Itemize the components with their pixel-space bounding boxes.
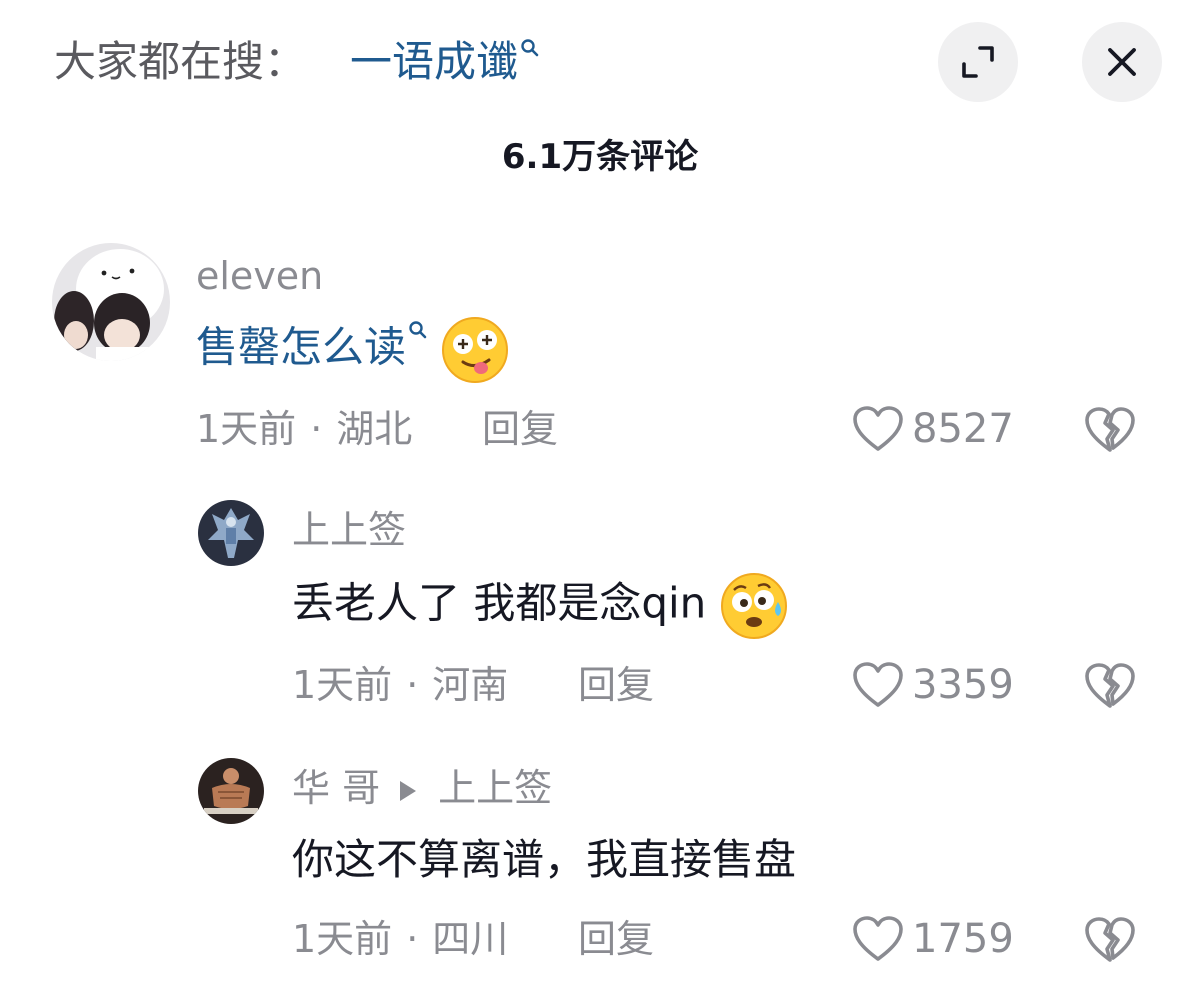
comment-text: 丢老人了 我都是念qin — [292, 572, 788, 640]
comment-location: 河南 — [432, 663, 509, 707]
avatar-image — [198, 758, 264, 824]
dislike-button[interactable] — [1084, 916, 1136, 968]
username[interactable]: 华 哥 — [292, 766, 380, 810]
dislike-button[interactable] — [1084, 662, 1136, 714]
like-button[interactable]: 8527 — [852, 404, 1014, 454]
reply-arrow-icon — [400, 780, 417, 801]
heart-icon — [853, 406, 903, 451]
comment-time: 1天前 — [292, 663, 393, 707]
like-count: 3359 — [912, 662, 1014, 708]
meta-dot: · — [406, 663, 419, 707]
like-button[interactable]: 1759 — [852, 914, 1014, 964]
expand-button[interactable] — [938, 22, 1018, 102]
comment-location: 四川 — [432, 917, 509, 961]
comment-time: 1天前 — [292, 917, 393, 961]
username[interactable]: 上上签 — [292, 506, 406, 554]
comment-meta: 1天前 · 四川 — [292, 914, 508, 964]
search-icon — [409, 321, 427, 339]
trending-search-prefix: 大家都在搜： — [54, 37, 307, 86]
trending-search-term[interactable]: 一语成谶 — [350, 37, 518, 86]
comment-meta: 1天前 · 河南 — [292, 660, 508, 710]
heart-icon — [853, 916, 903, 961]
meta-dot: · — [310, 407, 323, 451]
comment-location: 湖北 — [336, 407, 413, 451]
broken-heart-icon — [1085, 407, 1135, 452]
top-bar: 大家都在搜： 一语成谶 — [0, 0, 1200, 120]
reply-item: 上上签 丢老人了 我都是念qin 1天前 · 河南 回复 3359 — [0, 496, 1200, 726]
close-button[interactable] — [1082, 22, 1162, 102]
avatar[interactable] — [198, 500, 264, 566]
avatar[interactable] — [52, 243, 170, 361]
meta-dot: · — [406, 917, 419, 961]
comment-text[interactable]: 售罄怎么读 — [196, 316, 509, 384]
dizzy-tongue-emoji-icon — [442, 317, 509, 383]
reply-button[interactable]: 回复 — [578, 660, 654, 710]
avatar-image — [52, 243, 170, 361]
broken-heart-icon — [1085, 663, 1135, 708]
anxious-sweat-emoji-icon — [720, 573, 787, 639]
reply-to-username[interactable]: 上上签 — [438, 766, 552, 810]
expand-icon — [962, 46, 994, 78]
avatar-image — [198, 500, 264, 566]
heart-icon — [853, 662, 903, 707]
comment-count: 6.1万条评论 — [501, 137, 699, 177]
comment-text-content: 丢老人了 我都是念qin — [292, 578, 707, 628]
comment-item: eleven 售罄怎么读 1天前 · 湖北 回复 8527 — [0, 240, 1200, 470]
search-icon — [521, 39, 539, 57]
trending-search-link[interactable]: 一语成谶 — [350, 34, 540, 90]
reply-item: 华 哥 上上签 你这不算离谱，我直接售盘 1天前 · 四川 回复 1759 — [0, 754, 1200, 984]
like-count: 1759 — [912, 916, 1014, 962]
close-icon — [1108, 48, 1136, 76]
comment-meta: 1天前 · 湖北 — [196, 404, 412, 454]
avatar[interactable] — [198, 758, 264, 824]
comment-time: 1天前 — [196, 407, 297, 451]
comment-text-link[interactable]: 售罄怎么读 — [196, 323, 406, 372]
reply-button[interactable]: 回复 — [578, 914, 654, 964]
comment-text: 你这不算离谱，我直接售盘 — [292, 835, 797, 884]
dislike-button[interactable] — [1084, 406, 1136, 458]
username[interactable]: eleven — [196, 252, 323, 300]
like-button[interactable]: 3359 — [852, 660, 1014, 710]
reply-button[interactable]: 回复 — [482, 404, 558, 454]
like-count: 8527 — [912, 406, 1014, 452]
username-line: 华 哥 上上签 — [292, 764, 552, 812]
broken-heart-icon — [1085, 917, 1135, 962]
